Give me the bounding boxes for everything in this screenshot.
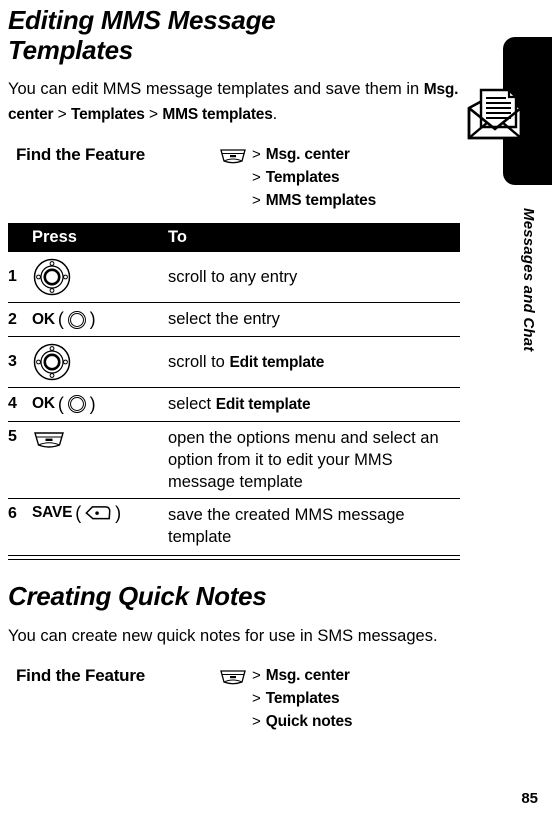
path-row: > Msg. center [218,666,352,689]
path-arrow: > [252,690,261,708]
find-the-feature-label: Find the Feature [16,666,146,686]
table-row: 4 OK ( ) select Edit template [8,387,460,422]
center-select-key-icon[interactable] [67,310,87,330]
path-key-spacer [218,168,252,170]
table-row: 5 open the options menu and select an op… [8,421,460,499]
navigation-key-icon[interactable] [32,342,72,382]
step-description: select Edit template [168,387,460,422]
menu-key-icon[interactable] [32,430,66,449]
paren-open: ( [57,309,64,329]
step-desc-prefix: save the created MMS message template [168,505,405,547]
path-arrow: > [252,667,261,685]
paren-close: ) [89,309,96,329]
path-arrow: > [252,146,261,164]
step-number: 2 [8,302,32,337]
find-the-feature-path: > Msg. center > Templates > MMS template… [218,145,376,214]
path-item-msg-center[interactable]: Msg. center [266,666,350,686]
path-row: > Templates [218,168,376,191]
path-row: > Quick notes [218,712,352,735]
step-press-cell: SAVE ( ) [32,498,168,553]
path-key-spacer [218,191,252,193]
softkey-label-save: SAVE [32,504,73,522]
table-row: 3 scroll to Edit template [8,336,460,388]
column-header-to: To [168,223,460,253]
section-2-title: Creating Quick Notes [8,581,267,612]
step-description: open the options menu and select an opti… [168,421,460,499]
step-number: 6 [8,504,17,522]
path-item-mms-templates[interactable]: MMS templates [266,191,376,211]
path-item-msg-center[interactable]: Msg. center [266,145,350,165]
page-title: Editing MMS Message Templates [8,5,276,65]
menu-key-icon [218,666,252,685]
find-the-feature-label: Find the Feature [16,145,146,165]
path-item-quick-notes[interactable]: Quick notes [266,712,353,732]
table-row: 6 SAVE ( ) save the created MMS message … [8,498,460,553]
step-press-cell [32,336,168,388]
chapter-label: Messages and Chat [520,208,537,352]
softkey-label-ok: OK [32,395,55,413]
intro-text-prefix: You can edit MMS message templates and s… [8,80,424,99]
softkey-label-ok: OK [32,310,55,328]
step-desc-prefix: select the entry [168,310,280,329]
table-bottom-rule-double [8,559,460,561]
page-number: 85 [521,790,538,807]
step-press-cell: OK ( ) [32,302,168,337]
paren-open: ( [75,502,82,523]
step-description: scroll to Edit template [168,336,460,388]
path-row: > MMS templates [218,191,376,214]
table-bottom-rule [8,555,460,557]
navigation-key-icon[interactable] [32,257,72,297]
envelope-message-icon [466,86,524,142]
path-arrow: > [252,713,261,731]
section-2-intro: You can create new quick notes for use i… [8,626,438,645]
path-item-templates[interactable]: Templates [266,689,340,709]
step-number: 1 [8,252,32,304]
step-desc-prefix: open the options menu and select an opti… [168,428,439,491]
steps-table-body: 1 scroll to any entry 2 OK () select th… [8,252,460,553]
step-number: 5 [8,421,32,499]
column-header-number [8,223,32,253]
paren-open: ( [57,393,64,414]
path-row: > Msg. center [218,145,376,168]
intro-path-2: Templates [71,106,145,124]
step-press-cell [32,421,168,499]
paren-close: ) [115,502,121,523]
path-item-templates[interactable]: Templates [266,168,340,188]
step-description: scroll to any entry [168,252,460,304]
step-desc-prefix: scroll to any entry [168,267,298,286]
step-desc-bold: Edit template [229,353,325,371]
step-press-cell: OK ( ) [32,387,168,422]
path-arrow: > [252,192,261,210]
table-header-row: Press To [8,223,460,253]
step-description: select the entry [168,302,460,337]
soft-key-icon[interactable] [84,504,112,522]
column-header-press: Press [32,223,168,253]
manual-page: Messages and Chat 85 Editing MMS Message… [0,0,552,819]
step-desc-prefix: scroll to [168,352,230,371]
intro-text-suffix: . [272,105,278,124]
section-1-intro: You can edit MMS message templates and s… [8,80,459,124]
find-the-feature-1: Find the Feature > Msg. center > Templat… [8,145,460,209]
path-key-spacer [218,712,252,714]
page-content: Editing MMS Message Templates You can ed… [8,0,460,730]
steps-table: Press To 1 scroll to any entry 2 OK () … [8,223,460,553]
step-desc-bold: Edit template [215,395,311,413]
step-press-cell [32,252,168,304]
step-number: 3 [8,336,32,388]
find-the-feature-path: > Msg. center > Templates > Quick notes [218,666,352,735]
center-select-key-icon[interactable] [67,394,87,414]
path-key-spacer [218,689,252,691]
table-row: 2 OK ( ) select the entry [8,302,460,337]
step-number: 4 [8,387,32,422]
step-desc-prefix: select [168,394,216,413]
table-row: 1 scroll to any entry [8,252,460,304]
steps-table-head: Press To [8,223,460,253]
paren-close: ) [89,393,96,414]
step-description: save the created MMS message template [168,498,460,553]
intro-path-3: MMS templates [162,106,273,124]
find-the-feature-2: Find the Feature > Msg. center > Templat… [8,666,460,730]
path-row: > Templates [218,689,352,712]
path-arrow: > [252,169,261,187]
menu-key-icon [218,145,252,164]
